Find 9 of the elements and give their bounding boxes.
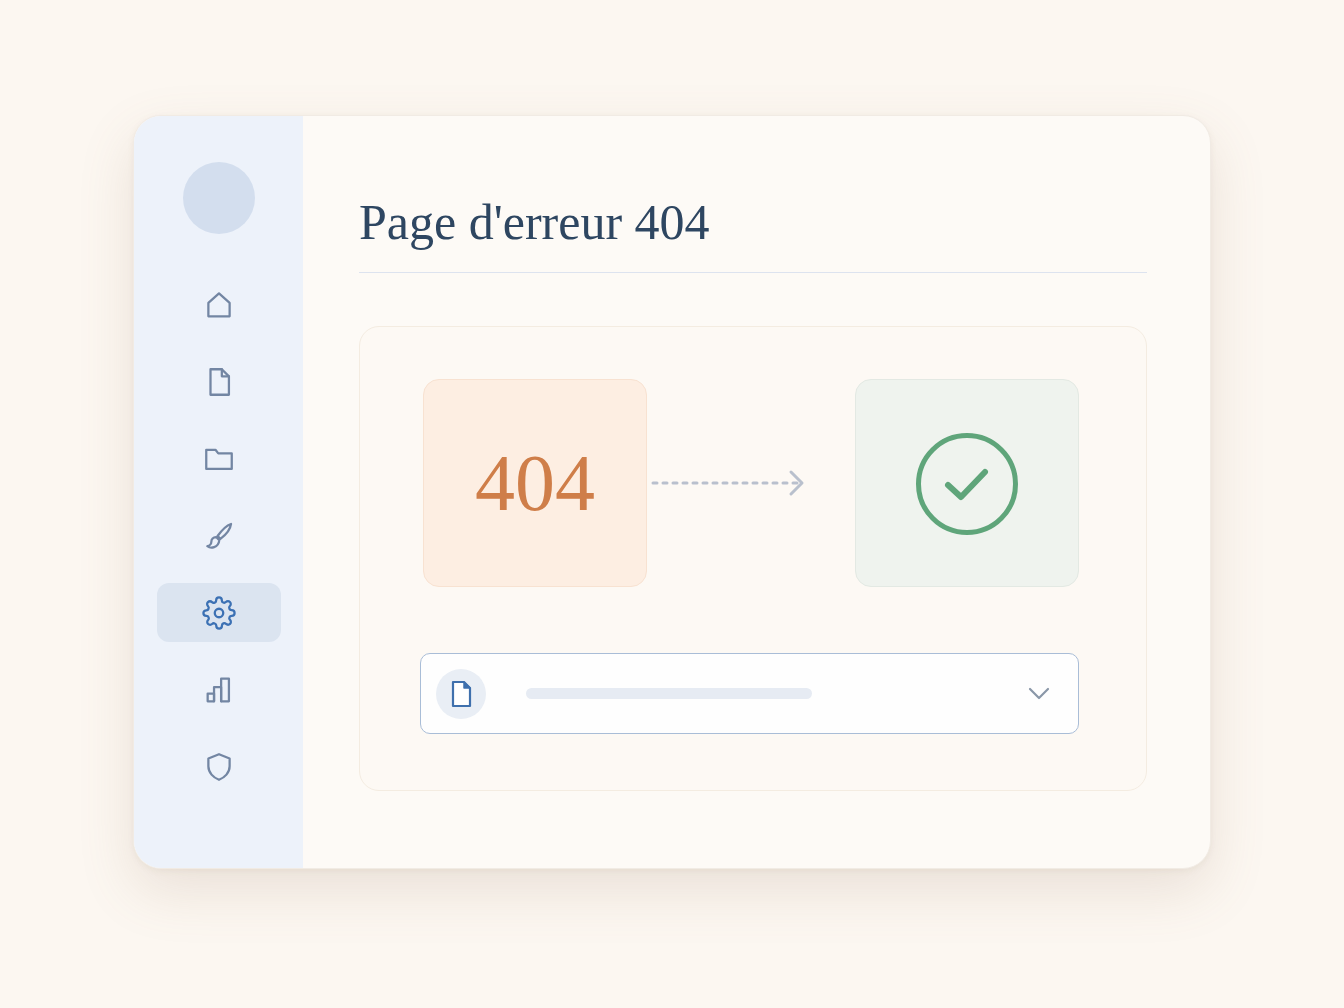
- file-icon: [436, 668, 486, 719]
- dashed-arrow-icon: [651, 469, 805, 497]
- check-circle-icon: [915, 432, 1019, 536]
- chevron-down-icon: [1028, 687, 1050, 700]
- dropdown-field[interactable]: [420, 653, 1079, 734]
- sidebar-item[interactable]: [156, 583, 281, 642]
- settings-icon: [201, 595, 236, 630]
- page-title: Page d'erreur 404: [359, 193, 711, 252]
- error-code: 404: [475, 443, 595, 523]
